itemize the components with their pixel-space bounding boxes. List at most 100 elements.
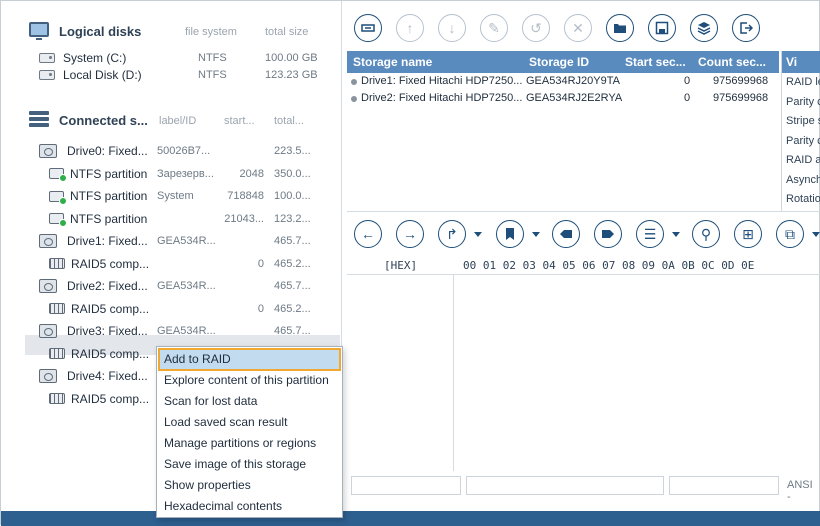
tree-item-name: NTFS partition [70, 211, 148, 226]
layers-button[interactable] [690, 14, 718, 42]
menu-item-hex-contents[interactable]: Hexadecimal contents [159, 496, 340, 517]
tree-partition-row[interactable]: NTFS partition [49, 187, 147, 205]
bookmark-dropdown-icon[interactable] [532, 232, 540, 237]
encoding-selector[interactable]: ANSI - [787, 479, 819, 503]
menu-item-explore-content[interactable]: Explore content of this partition [159, 370, 340, 391]
copy-button[interactable]: ⧉ [776, 220, 804, 248]
partition-icon [49, 190, 67, 205]
layers-icon [697, 22, 711, 35]
property-stripe-size[interactable]: Stripe s [782, 112, 820, 132]
list-button[interactable]: ☰ [636, 220, 664, 248]
tree-item-start: 2048 [239, 167, 264, 180]
tree-partition-row[interactable]: NTFS partition [49, 210, 147, 228]
property-raid-level[interactable]: RAID le [782, 73, 820, 93]
list-dropdown-icon[interactable] [672, 232, 680, 237]
raid-component-icon [49, 303, 65, 314]
grid-icon: ⊞ [742, 225, 754, 242]
property-parity-order[interactable]: Parity c [782, 132, 820, 152]
back-button[interactable]: ← [354, 220, 382, 248]
raid-build-button[interactable] [354, 14, 382, 42]
open-button[interactable] [606, 14, 634, 42]
hex-view[interactable] [347, 274, 820, 471]
tree-drive-row[interactable]: Drive4: Fixed... [39, 367, 148, 385]
hard-drive-icon [39, 369, 57, 383]
grid-cell-id: GEA534RJ2E2RYA [526, 92, 623, 104]
property-raid-algorithm[interactable]: RAID a [782, 151, 820, 171]
property-rotation[interactable]: Rotatio [782, 190, 820, 210]
menu-item-scan-lost-data[interactable]: Scan for lost data [159, 391, 340, 412]
go-to-dropdown-icon[interactable] [474, 232, 482, 237]
grid-col-count-sectors[interactable]: Count sec... [698, 55, 766, 69]
tree-item-start: 21043... [224, 212, 264, 225]
tree-item-name: Drive2: Fixed... [67, 279, 148, 293]
tree-item-total: 465.7... [274, 280, 311, 292]
tree-raid-component-row[interactable]: RAID5 comp... [49, 255, 149, 273]
tree-item-label: GEA534R... [157, 325, 216, 337]
grid-cell-name: Drive1: Fixed Hitachi HDP7250... [361, 75, 523, 87]
menu-item-manage-partitions[interactable]: Manage partitions or regions [159, 433, 340, 454]
move-down-button[interactable]: ↓ [438, 14, 466, 42]
grid-cell-name: Drive2: Fixed Hitachi HDP7250... [361, 92, 523, 104]
col-header-total[interactable]: total... [274, 115, 304, 127]
grid-col-start-sector[interactable]: Start sec... [625, 55, 686, 69]
tree-raid-component-row[interactable]: RAID5 comp... [49, 300, 149, 318]
go-to-button[interactable]: ↱ [438, 220, 466, 248]
tree-raid-component-row[interactable]: RAID5 comp... [49, 345, 149, 363]
copy-dropdown-icon[interactable] [812, 232, 820, 237]
next-tag-button[interactable] [594, 220, 622, 248]
bookmark-button[interactable] [496, 220, 524, 248]
hard-drive-icon [39, 234, 57, 248]
raid-grid-row[interactable]: Drive2: Fixed Hitachi HDP7250... GEA534R… [347, 90, 779, 108]
tree-item-label: Зарезерв... [157, 167, 214, 180]
hard-drive-icon [39, 279, 57, 293]
prev-tag-button[interactable] [552, 220, 580, 248]
col-header-label[interactable]: label/ID [159, 115, 196, 127]
save-icon [655, 21, 669, 35]
tree-drive-row[interactable]: Drive2: Fixed... [39, 277, 148, 295]
monitor-icon [29, 22, 49, 40]
logical-disk-row[interactable]: System (C:) [39, 49, 126, 67]
tree-drive-row[interactable]: Drive3: Fixed... [39, 322, 148, 340]
search-button[interactable]: ⚲ [692, 220, 720, 248]
menu-item-save-image[interactable]: Save image of this storage [159, 454, 340, 475]
logical-disks-title: Logical disks [59, 23, 142, 39]
forward-button[interactable]: → [396, 220, 424, 248]
col-header-file-system[interactable]: file system [185, 26, 237, 38]
connected-storages-header[interactable]: Connected s... [59, 110, 148, 130]
property-asynchronous[interactable]: Asynch [782, 171, 820, 191]
raid-component-icon [49, 348, 65, 359]
remove-button[interactable]: ✕ [564, 14, 592, 42]
tree-item-name: NTFS partition [70, 166, 148, 181]
col-header-total-size[interactable]: total size [265, 26, 308, 38]
raid-grid-row[interactable]: Drive1: Fixed Hitachi HDP7250... GEA534R… [347, 73, 779, 91]
properties-header[interactable]: Vi [782, 51, 820, 73]
grid-col-storage-id[interactable]: Storage ID [529, 55, 589, 69]
grid-col-storage-name[interactable]: Storage name [353, 55, 432, 69]
menu-item-show-properties[interactable]: Show properties [159, 475, 340, 496]
layout-button[interactable]: ⊞ [734, 220, 762, 248]
menu-item-load-scan-result[interactable]: Load saved scan result [159, 412, 340, 433]
logical-disk-name: System (C:) [63, 51, 127, 65]
logical-disk-size: 100.00 GB [265, 52, 318, 64]
tree-item-label: 50026B7... [157, 145, 211, 157]
tag-right-icon [602, 230, 614, 238]
tree-raid-component-row[interactable]: RAID5 comp... [49, 390, 149, 408]
edit-button[interactable]: ✎ [480, 14, 508, 42]
tree-drive-row[interactable]: Drive1: Fixed... [39, 232, 148, 250]
panel-divider [347, 211, 820, 212]
save-button[interactable] [648, 14, 676, 42]
tree-partition-row[interactable]: NTFS partition [49, 165, 147, 183]
logical-disk-row[interactable]: Local Disk (D:) [39, 66, 142, 84]
tree-item-start: 0 [257, 257, 264, 270]
logical-disks-header[interactable]: Logical disks [59, 21, 141, 41]
menu-item-add-to-raid[interactable]: Add to RAID [158, 348, 341, 371]
arrow-left-icon: ← [361, 226, 375, 242]
col-header-start[interactable]: start... [224, 115, 255, 127]
redirect-icon: ↱ [446, 225, 458, 242]
exit-button[interactable] [732, 14, 760, 42]
hard-drive-icon [39, 144, 57, 158]
undo-button[interactable]: ↺ [522, 14, 550, 42]
property-parity-check[interactable]: Parity c [782, 93, 820, 113]
move-up-button[interactable]: ↑ [396, 14, 424, 42]
tree-drive-row[interactable]: Drive0: Fixed... [39, 142, 148, 160]
